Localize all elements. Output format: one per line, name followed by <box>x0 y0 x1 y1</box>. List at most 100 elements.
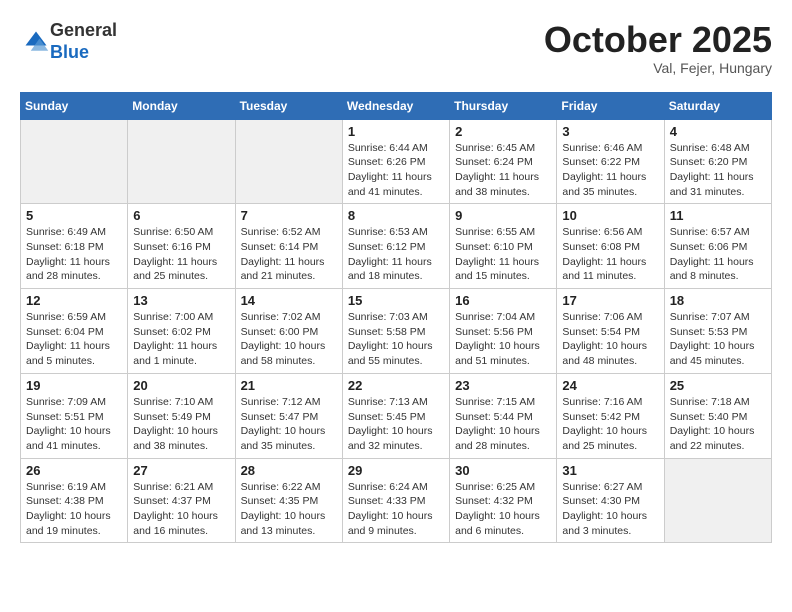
day-number: 27 <box>133 463 229 478</box>
week-row-1: 1 Sunrise: 6:44 AM Sunset: 6:26 PM Daylig… <box>21 119 772 204</box>
day-detail: Sunrise: 7:15 AM Sunset: 5:44 PM Dayligh… <box>455 395 551 454</box>
day-detail: Sunrise: 7:00 AM Sunset: 6:02 PM Dayligh… <box>133 310 229 369</box>
day-detail: Sunrise: 7:03 AM Sunset: 5:58 PM Dayligh… <box>348 310 444 369</box>
day-cell: 15 Sunrise: 7:03 AM Sunset: 5:58 PM Dayli… <box>342 289 449 374</box>
day-cell: 22 Sunrise: 7:13 AM Sunset: 5:45 PM Dayli… <box>342 373 449 458</box>
weekday-header-wednesday: Wednesday <box>342 92 449 119</box>
day-detail: Sunrise: 7:02 AM Sunset: 6:00 PM Dayligh… <box>241 310 337 369</box>
day-cell: 13 Sunrise: 7:00 AM Sunset: 6:02 PM Dayli… <box>128 289 235 374</box>
page-header: General Blue October 2025 Val, Fejer, Hu… <box>20 20 772 76</box>
day-cell: 3Sunrise: 6:46 AM Sunset: 6:22 PM Daylig… <box>557 119 664 204</box>
day-cell: 7 Sunrise: 6:52 AM Sunset: 6:14 PM Daylig… <box>235 204 342 289</box>
logo-icon <box>22 28 50 56</box>
day-number: 28 <box>241 463 337 478</box>
day-detail: Sunrise: 6:45 AM Sunset: 6:24 PM Dayligh… <box>455 141 551 200</box>
weekday-header-friday: Friday <box>557 92 664 119</box>
day-cell: 31 Sunrise: 6:27 AM Sunset: 4:30 PM Dayli… <box>557 458 664 543</box>
day-number: 1 <box>348 124 444 139</box>
location-subtitle: Val, Fejer, Hungary <box>544 60 772 76</box>
day-number: 5 <box>26 208 122 223</box>
day-detail: Sunrise: 6:21 AM Sunset: 4:37 PM Dayligh… <box>133 480 229 539</box>
weekday-header-sunday: Sunday <box>21 92 128 119</box>
day-detail: Sunrise: 6:48 AM Sunset: 6:20 PM Dayligh… <box>670 141 766 200</box>
day-number: 31 <box>562 463 658 478</box>
day-cell <box>21 119 128 204</box>
day-cell: 6 Sunrise: 6:50 AM Sunset: 6:16 PM Daylig… <box>128 204 235 289</box>
day-detail: Sunrise: 6:49 AM Sunset: 6:18 PM Dayligh… <box>26 225 122 284</box>
month-title: October 2025 <box>544 20 772 60</box>
day-number: 18 <box>670 293 766 308</box>
day-cell: 26 Sunrise: 6:19 AM Sunset: 4:38 PM Dayli… <box>21 458 128 543</box>
day-detail: Sunrise: 6:57 AM Sunset: 6:06 PM Dayligh… <box>670 225 766 284</box>
day-detail: Sunrise: 7:13 AM Sunset: 5:45 PM Dayligh… <box>348 395 444 454</box>
day-number: 26 <box>26 463 122 478</box>
day-detail: Sunrise: 6:19 AM Sunset: 4:38 PM Dayligh… <box>26 480 122 539</box>
day-number: 25 <box>670 378 766 393</box>
day-cell: 29Sunrise: 6:24 AM Sunset: 4:33 PM Dayli… <box>342 458 449 543</box>
day-cell: 17 Sunrise: 7:06 AM Sunset: 5:54 PM Dayli… <box>557 289 664 374</box>
day-cell <box>128 119 235 204</box>
day-detail: Sunrise: 7:16 AM Sunset: 5:42 PM Dayligh… <box>562 395 658 454</box>
day-cell: 12 Sunrise: 6:59 AM Sunset: 6:04 PM Dayli… <box>21 289 128 374</box>
day-number: 9 <box>455 208 551 223</box>
day-detail: Sunrise: 6:22 AM Sunset: 4:35 PM Dayligh… <box>241 480 337 539</box>
day-number: 20 <box>133 378 229 393</box>
logo-general: General <box>50 20 117 40</box>
day-detail: Sunrise: 6:25 AM Sunset: 4:32 PM Dayligh… <box>455 480 551 539</box>
day-detail: Sunrise: 7:04 AM Sunset: 5:56 PM Dayligh… <box>455 310 551 369</box>
day-number: 13 <box>133 293 229 308</box>
day-cell: 21Sunrise: 7:12 AM Sunset: 5:47 PM Dayli… <box>235 373 342 458</box>
day-detail: Sunrise: 6:27 AM Sunset: 4:30 PM Dayligh… <box>562 480 658 539</box>
title-block: October 2025 Val, Fejer, Hungary <box>544 20 772 76</box>
day-number: 14 <box>241 293 337 308</box>
day-number: 10 <box>562 208 658 223</box>
day-number: 12 <box>26 293 122 308</box>
day-detail: Sunrise: 6:55 AM Sunset: 6:10 PM Dayligh… <box>455 225 551 284</box>
day-number: 6 <box>133 208 229 223</box>
weekday-header-tuesday: Tuesday <box>235 92 342 119</box>
day-number: 15 <box>348 293 444 308</box>
day-number: 16 <box>455 293 551 308</box>
day-cell: 9 Sunrise: 6:55 AM Sunset: 6:10 PM Daylig… <box>450 204 557 289</box>
day-cell: 5 Sunrise: 6:49 AM Sunset: 6:18 PM Daylig… <box>21 204 128 289</box>
day-number: 4 <box>670 124 766 139</box>
logo-blue: Blue <box>50 42 89 62</box>
day-cell: 14 Sunrise: 7:02 AM Sunset: 6:00 PM Dayli… <box>235 289 342 374</box>
day-cell: 11Sunrise: 6:57 AM Sunset: 6:06 PM Dayli… <box>664 204 771 289</box>
day-detail: Sunrise: 7:07 AM Sunset: 5:53 PM Dayligh… <box>670 310 766 369</box>
day-cell <box>664 458 771 543</box>
day-detail: Sunrise: 7:12 AM Sunset: 5:47 PM Dayligh… <box>241 395 337 454</box>
day-detail: Sunrise: 6:44 AM Sunset: 6:26 PM Dayligh… <box>348 141 444 200</box>
week-row-3: 12 Sunrise: 6:59 AM Sunset: 6:04 PM Dayli… <box>21 289 772 374</box>
weekday-header-thursday: Thursday <box>450 92 557 119</box>
day-number: 29 <box>348 463 444 478</box>
day-cell: 27 Sunrise: 6:21 AM Sunset: 4:37 PM Dayli… <box>128 458 235 543</box>
day-cell: 19Sunrise: 7:09 AM Sunset: 5:51 PM Dayli… <box>21 373 128 458</box>
day-detail: Sunrise: 6:59 AM Sunset: 6:04 PM Dayligh… <box>26 310 122 369</box>
day-detail: Sunrise: 6:50 AM Sunset: 6:16 PM Dayligh… <box>133 225 229 284</box>
day-number: 7 <box>241 208 337 223</box>
day-cell: 28 Sunrise: 6:22 AM Sunset: 4:35 PM Dayli… <box>235 458 342 543</box>
day-detail: Sunrise: 6:53 AM Sunset: 6:12 PM Dayligh… <box>348 225 444 284</box>
weekday-header-saturday: Saturday <box>664 92 771 119</box>
week-row-4: 19Sunrise: 7:09 AM Sunset: 5:51 PM Dayli… <box>21 373 772 458</box>
day-cell: 23 Sunrise: 7:15 AM Sunset: 5:44 PM Dayli… <box>450 373 557 458</box>
day-number: 17 <box>562 293 658 308</box>
day-number: 2 <box>455 124 551 139</box>
day-detail: Sunrise: 7:06 AM Sunset: 5:54 PM Dayligh… <box>562 310 658 369</box>
day-cell: 24Sunrise: 7:16 AM Sunset: 5:42 PM Dayli… <box>557 373 664 458</box>
day-number: 8 <box>348 208 444 223</box>
day-cell: 20 Sunrise: 7:10 AM Sunset: 5:49 PM Dayli… <box>128 373 235 458</box>
day-cell: 16 Sunrise: 7:04 AM Sunset: 5:56 PM Dayli… <box>450 289 557 374</box>
day-number: 22 <box>348 378 444 393</box>
day-cell: 18 Sunrise: 7:07 AM Sunset: 5:53 PM Dayli… <box>664 289 771 374</box>
day-cell: 25 Sunrise: 7:18 AM Sunset: 5:40 PM Dayli… <box>664 373 771 458</box>
day-detail: Sunrise: 7:10 AM Sunset: 5:49 PM Dayligh… <box>133 395 229 454</box>
day-detail: Sunrise: 7:09 AM Sunset: 5:51 PM Dayligh… <box>26 395 122 454</box>
weekday-header-monday: Monday <box>128 92 235 119</box>
day-cell: 8 Sunrise: 6:53 AM Sunset: 6:12 PM Daylig… <box>342 204 449 289</box>
day-detail: Sunrise: 7:18 AM Sunset: 5:40 PM Dayligh… <box>670 395 766 454</box>
day-number: 23 <box>455 378 551 393</box>
weekday-header-row: SundayMondayTuesdayWednesdayThursdayFrid… <box>21 92 772 119</box>
day-detail: Sunrise: 6:52 AM Sunset: 6:14 PM Dayligh… <box>241 225 337 284</box>
